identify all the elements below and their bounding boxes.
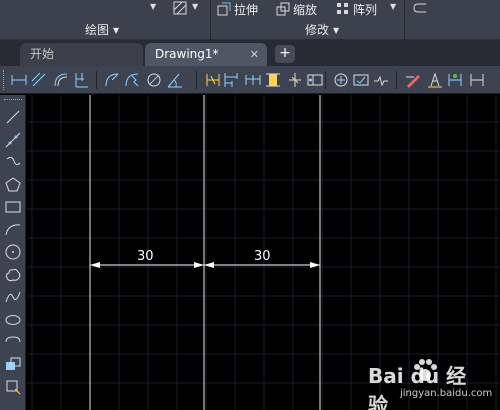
dimension-text-1[interactable]: 30 xyxy=(137,249,154,264)
toolbar-separator xyxy=(196,71,197,89)
modify-panel-title[interactable]: 修改 ▼ xyxy=(305,22,339,38)
toolbar-separator xyxy=(325,71,326,89)
inspection-icon[interactable] xyxy=(352,71,370,89)
center-mark-icon[interactable] xyxy=(332,71,350,89)
draw-toolbar xyxy=(0,95,26,410)
stretch-button[interactable]: 拉伸 xyxy=(217,0,258,18)
dimension-toolbar xyxy=(0,66,500,94)
watermark-brand: Bai du 经验 xyxy=(368,364,467,410)
rectangle-icon[interactable] xyxy=(3,197,23,217)
polyline-icon[interactable] xyxy=(3,152,23,172)
baseline-dim-icon[interactable] xyxy=(222,71,240,89)
aligned-dim-icon[interactable] xyxy=(30,71,48,89)
revision-cloud-icon[interactable] xyxy=(3,265,23,285)
ordinate-dim-icon[interactable] xyxy=(72,71,90,89)
tab-drawing1[interactable]: Drawing1* ✕ xyxy=(145,43,267,66)
scale-icon xyxy=(276,2,290,16)
hatch-icon[interactable] xyxy=(172,1,188,18)
ellipse-icon[interactable] xyxy=(3,310,23,330)
watermark-url: jingyan.baidu.com xyxy=(400,388,493,399)
circle-icon[interactable] xyxy=(3,242,23,262)
panel-separator xyxy=(404,0,405,40)
jogged-dim-icon[interactable] xyxy=(123,71,141,89)
ellipse-arc-icon[interactable] xyxy=(3,332,23,352)
dim-text-edit-icon[interactable] xyxy=(426,71,444,89)
dimension-text-2[interactable]: 30 xyxy=(254,249,271,264)
array-icon xyxy=(336,2,350,16)
line-icon[interactable] xyxy=(3,107,23,127)
toolbar-separator xyxy=(96,71,97,89)
scale-button[interactable]: 缩放 xyxy=(276,0,317,18)
offset-icon[interactable] xyxy=(412,1,428,18)
array-dropdown-arrow[interactable]: ▼ xyxy=(390,2,396,11)
construction-line-icon[interactable] xyxy=(3,130,23,150)
dim-space-icon[interactable] xyxy=(264,71,282,89)
dim-edit-icon[interactable] xyxy=(404,71,422,89)
close-tab-icon[interactable]: ✕ xyxy=(250,43,259,66)
dim-style-icon[interactable] xyxy=(468,71,486,89)
jogged-linear-icon[interactable] xyxy=(372,71,390,89)
ribbon: ▼ ▼ 绘图 ▼ 拉伸 缩放 阵列 ▼ 修改 ▼ xyxy=(0,0,500,40)
draw-panel-title[interactable]: 绘图 ▼ xyxy=(85,22,119,38)
drawing-canvas[interactable]: 30 30 Bai du 经验 jingyan.baidu.com xyxy=(27,95,500,410)
arc-icon[interactable] xyxy=(3,220,23,240)
draw-dropdown-arrow[interactable]: ▼ xyxy=(150,2,156,11)
hatch-dropdown-arrow[interactable]: ▼ xyxy=(192,2,198,11)
quick-dim-icon[interactable] xyxy=(204,71,222,89)
diameter-dim-icon[interactable] xyxy=(145,71,163,89)
toolbar-separator xyxy=(396,71,397,89)
radius-dim-icon[interactable] xyxy=(103,71,121,89)
arc-length-dim-icon[interactable] xyxy=(52,71,70,89)
tab-start[interactable]: 开始 xyxy=(20,43,143,66)
polygon-icon[interactable] xyxy=(3,175,23,195)
stretch-icon xyxy=(217,2,231,16)
toolbar-grip[interactable] xyxy=(4,99,22,102)
toolbar-grip[interactable] xyxy=(3,70,6,90)
make-block-icon[interactable] xyxy=(3,377,23,397)
file-tabs-bar: 开始 Drawing1* ✕ + xyxy=(0,40,500,66)
dim-break-icon[interactable] xyxy=(286,71,304,89)
panel-separator xyxy=(210,0,211,40)
angular-dim-icon[interactable] xyxy=(166,71,184,89)
continue-dim-icon[interactable] xyxy=(244,71,262,89)
dim-update-icon[interactable] xyxy=(446,71,464,89)
linear-dim-icon[interactable] xyxy=(10,71,28,89)
tolerance-icon[interactable] xyxy=(306,71,324,89)
array-button[interactable]: 阵列 xyxy=(336,0,377,18)
baidu-jingyan-watermark: Bai du 经验 jingyan.baidu.com xyxy=(368,359,492,410)
insert-block-icon[interactable] xyxy=(3,355,23,375)
spline-icon[interactable] xyxy=(3,287,23,307)
new-tab-button[interactable]: + xyxy=(275,45,295,63)
